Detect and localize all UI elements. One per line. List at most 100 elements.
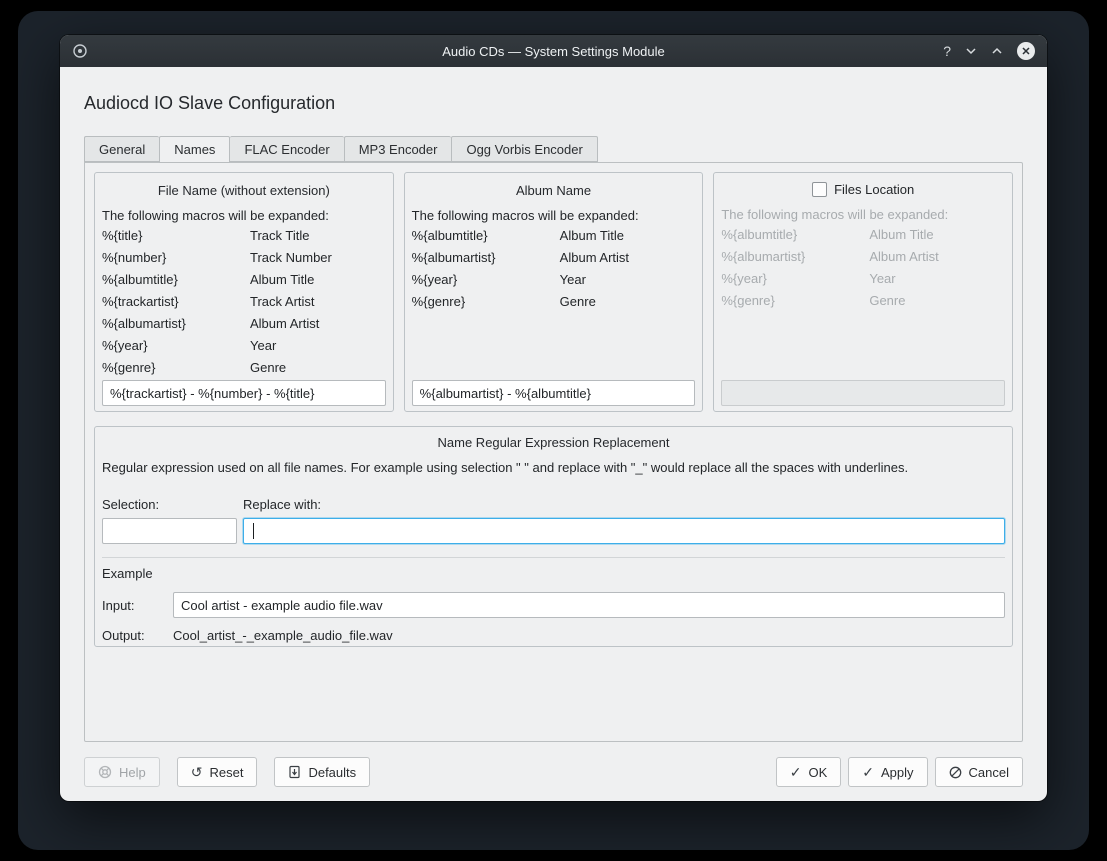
macro-description: Album Title [250, 269, 386, 291]
macro-row: %{genre} Genre [721, 290, 1005, 312]
macro-row: %{albumartist} Album Artist [412, 247, 696, 269]
example-label: Example [102, 566, 1005, 581]
tab-ogg-vorbis-encoder[interactable]: Ogg Vorbis Encoder [451, 136, 597, 162]
maximize-icon[interactable] [991, 47, 1003, 55]
macro-token: %{genre} [412, 291, 560, 313]
macro-description: Album Artist [869, 246, 1005, 268]
macro-description: Album Title [560, 225, 696, 247]
example-input-label: Input: [102, 598, 173, 613]
macro-description: Year [869, 268, 1005, 290]
selection-input[interactable] [102, 518, 237, 544]
defaults-revert-icon [288, 765, 301, 779]
file-name-pattern-input[interactable] [102, 380, 386, 406]
macro-row: %{albumtitle} Album Title [721, 224, 1005, 246]
tab-general[interactable]: General [84, 136, 159, 162]
macro-description: Track Artist [250, 291, 386, 313]
tab-flac-encoder[interactable]: FLAC Encoder [230, 136, 343, 162]
macro-description: Genre [560, 291, 696, 313]
macro-row: %{genre} Genre [102, 357, 386, 379]
macro-row: %{year} Year [412, 269, 696, 291]
macro-token: %{year} [412, 269, 560, 291]
window-title: Audio CDs — System Settings Module [60, 44, 1047, 59]
macro-token: %{genre} [102, 357, 250, 379]
reset-undo-icon: ↺ [191, 765, 203, 779]
regex-description: Regular expression used on all file name… [102, 460, 1005, 475]
defaults-button[interactable]: Defaults [274, 757, 370, 787]
help-button-label: Help [119, 765, 146, 780]
titlebar-help-button[interactable]: ? [943, 44, 951, 58]
apply-button[interactable]: ✓ Apply [848, 757, 927, 787]
file-name-macros-intro: The following macros will be expanded: [102, 208, 386, 223]
reset-button-label: Reset [209, 765, 243, 780]
app-icon [72, 43, 88, 59]
regex-group-title: Name Regular Expression Replacement [102, 435, 1005, 450]
text-cursor [253, 523, 254, 539]
album-name-pattern-input[interactable] [412, 380, 696, 406]
macro-description: Track Number [250, 247, 386, 269]
macro-row: %{number} Track Number [102, 247, 386, 269]
album-name-group: Album Name The following macros will be … [404, 172, 704, 412]
example-input-field[interactable] [173, 592, 1005, 618]
macro-description: Year [560, 269, 696, 291]
ok-check-icon: ✓ [790, 765, 802, 779]
macro-row: %{trackartist} Track Artist [102, 291, 386, 313]
minimize-icon[interactable] [965, 47, 977, 55]
tab-bar: General Names FLAC Encoder MP3 Encoder O… [84, 136, 1023, 162]
macro-description: Album Artist [560, 247, 696, 269]
tab-mp3-encoder[interactable]: MP3 Encoder [344, 136, 452, 162]
macro-token: %{albumartist} [412, 247, 560, 269]
files-location-pattern-input [721, 380, 1005, 406]
macro-token: %{albumartist} [102, 313, 250, 335]
macro-description: Album Artist [250, 313, 386, 335]
files-location-checkbox[interactable] [812, 182, 827, 197]
macro-description: Album Title [869, 224, 1005, 246]
macro-token: %{albumtitle} [721, 224, 869, 246]
files-location-macros-intro: The following macros will be expanded: [721, 207, 1005, 222]
regex-replacement-group: Name Regular Expression Replacement Regu… [94, 426, 1013, 647]
settings-window: Audio CDs — System Settings Module ? ✕ [60, 35, 1047, 801]
album-name-group-title: Album Name [412, 183, 696, 198]
macro-row: %{title} Track Title [102, 225, 386, 247]
file-name-group-title: File Name (without extension) [102, 183, 386, 198]
macro-token: %{albumtitle} [102, 269, 250, 291]
desktop-background: Audio CDs — System Settings Module ? ✕ [18, 11, 1089, 850]
macro-description: Track Title [250, 225, 386, 247]
macro-row: %{albumtitle} Album Title [102, 269, 386, 291]
macro-row: %{year} Year [102, 335, 386, 357]
file-name-macro-list: %{title} Track Title %{number} Track Num… [102, 225, 386, 379]
album-name-macro-list: %{albumtitle} Album Title %{albumartist}… [412, 225, 696, 313]
cancel-prohibited-icon [949, 766, 962, 779]
album-name-macros-intro: The following macros will be expanded: [412, 208, 696, 223]
macro-row: %{albumtitle} Album Title [412, 225, 696, 247]
macro-description: Year [250, 335, 386, 357]
cancel-button[interactable]: Cancel [935, 757, 1023, 787]
titlebar[interactable]: Audio CDs — System Settings Module ? ✕ [60, 35, 1047, 67]
help-button[interactable]: Help [84, 757, 160, 787]
macro-token: %{genre} [721, 290, 869, 312]
macro-token: %{trackartist} [102, 291, 250, 313]
replace-with-input[interactable] [243, 518, 1005, 544]
macro-token: %{year} [102, 335, 250, 357]
ok-button-label: OK [808, 765, 827, 780]
files-location-label[interactable]: Files Location [834, 182, 914, 197]
cancel-button-label: Cancel [969, 765, 1009, 780]
tab-content-pane: File Name (without extension) The follow… [84, 162, 1023, 742]
help-lifering-icon [98, 765, 112, 779]
macro-token: %{albumtitle} [412, 225, 560, 247]
ok-button[interactable]: ✓ OK [776, 757, 842, 787]
macro-description: Genre [869, 290, 1005, 312]
macro-row: %{year} Year [721, 268, 1005, 290]
files-location-macro-list: %{albumtitle} Album Title %{albumartist}… [721, 224, 1005, 312]
apply-button-label: Apply [881, 765, 914, 780]
reset-button[interactable]: ↺ Reset [177, 757, 258, 787]
selection-label: Selection: [102, 497, 243, 512]
macro-row: %{albumartist} Album Artist [102, 313, 386, 335]
close-icon[interactable]: ✕ [1017, 42, 1035, 60]
macro-token: %{year} [721, 268, 869, 290]
macro-row: %{genre} Genre [412, 291, 696, 313]
defaults-button-label: Defaults [308, 765, 356, 780]
macro-token: %{title} [102, 225, 250, 247]
macro-token: %{number} [102, 247, 250, 269]
file-name-group: File Name (without extension) The follow… [94, 172, 394, 412]
tab-names[interactable]: Names [159, 136, 230, 163]
